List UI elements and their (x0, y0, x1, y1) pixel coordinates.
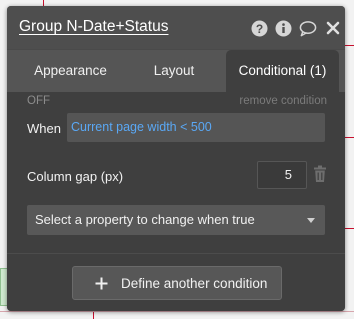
column-gap-input[interactable]: 5 (257, 161, 307, 189)
tab-conditional[interactable]: Conditional (1) (226, 50, 339, 92)
tab-layout[interactable]: Layout (128, 50, 220, 92)
svg-text:?: ? (255, 22, 262, 36)
when-label: When (27, 121, 61, 136)
property-label: Column gap (px) (27, 169, 124, 184)
canvas-guide-line (0, 311, 354, 312)
tab-appearance[interactable]: Appearance (13, 50, 128, 92)
help-icon[interactable]: ? (250, 19, 268, 37)
tab-bar: Appearance Layout Conditional (1) (7, 50, 345, 92)
canvas-guide-line (345, 228, 354, 229)
condition-status: OFF (27, 95, 50, 107)
canvas-guide-line (345, 137, 354, 138)
trash-icon[interactable] (313, 165, 327, 183)
plus-icon (95, 277, 108, 290)
define-another-condition-label: Define another condition (121, 276, 268, 291)
comment-icon[interactable] (299, 19, 317, 37)
condition-expression-field[interactable]: Current page width < 500 (67, 113, 325, 142)
chevron-down-icon (307, 218, 315, 223)
canvas-guide-line (345, 45, 354, 46)
divider (7, 253, 345, 254)
panel-header: Group N-Date+Status ? (7, 6, 345, 49)
element-title[interactable]: Group N-Date+Status (19, 18, 168, 36)
property-editor-panel: Group N-Date+Status ? Appearance Layout … (7, 6, 345, 311)
info-icon[interactable] (274, 19, 292, 37)
property-select-placeholder: Select a property to change when true (35, 212, 255, 227)
canvas-guide-line (93, 311, 94, 319)
close-icon[interactable] (324, 19, 342, 37)
define-another-condition-button[interactable]: Define another condition (72, 266, 282, 300)
remove-condition-link[interactable]: remove condition (239, 95, 327, 107)
property-select-dropdown[interactable]: Select a property to change when true (27, 205, 325, 235)
